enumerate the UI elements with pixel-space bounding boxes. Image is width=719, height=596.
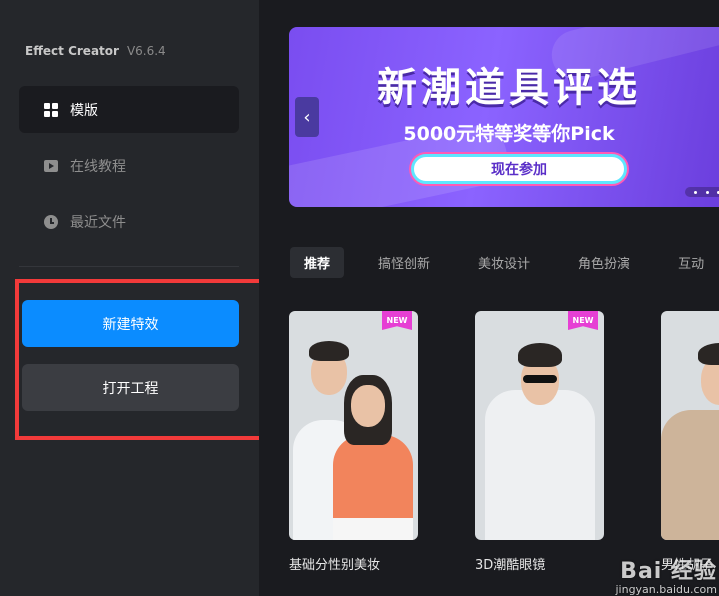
sidebar-item-label: 模版: [70, 102, 98, 119]
template-title: 3D潮酷眼镜: [475, 558, 546, 573]
sidebar-item-recent-files[interactable]: 最近文件: [19, 198, 239, 245]
new-badge: NEW: [382, 311, 412, 330]
baidu-watermark: Bai 经验 jingyan.baidu.com: [615, 553, 717, 596]
play-icon: [42, 157, 60, 175]
new-badge: NEW: [568, 311, 598, 330]
app-version: V6.6.4: [126, 44, 166, 58]
sidebar-item-label: 在线教程: [70, 158, 126, 175]
clock-icon: [42, 213, 60, 231]
sidebar-item-tutorials[interactable]: 在线教程: [19, 142, 239, 189]
sidebar: Effect Creator V6.6.4 模版 在线教程 最近文件 新建特效 …: [0, 0, 259, 596]
tab-interactive[interactable]: 互动: [664, 247, 718, 278]
tab-role-play[interactable]: 角色扮演: [564, 247, 644, 278]
banner-title: 新潮道具评选: [377, 65, 641, 111]
template-card[interactable]: NEW 基础分性别美妆: [289, 311, 418, 573]
sidebar-item-label: 最近文件: [70, 214, 126, 231]
new-effect-button[interactable]: 新建特效: [22, 300, 239, 347]
template-thumbnail[interactable]: NEW: [289, 311, 418, 540]
template-thumbnail[interactable]: NEW: [475, 311, 604, 540]
promo-banner[interactable]: 新潮道具评选 5000元特等奖等你Pick 现在参加 ‹: [289, 27, 719, 207]
main-content: 新潮道具评选 5000元特等奖等你Pick 现在参加 ‹ 推荐 搞怪创新 美妆设…: [259, 0, 719, 596]
chevron-left-icon[interactable]: ‹: [295, 97, 319, 137]
watermark-url: jingyan.baidu.com: [615, 583, 717, 596]
sidebar-divider: [19, 266, 239, 267]
template-title: 基础分性别美妆: [289, 558, 381, 573]
grid-icon: [42, 101, 60, 119]
app-name: Effect Creator: [25, 44, 119, 58]
app-brand: Effect Creator V6.6.4: [25, 44, 166, 58]
open-project-button[interactable]: 打开工程: [22, 364, 239, 411]
tab-funny-creative[interactable]: 搞怪创新: [364, 247, 444, 278]
template-thumbnail[interactable]: [661, 311, 719, 540]
banner-subtitle: 5000元特等奖等你Pick: [403, 123, 615, 145]
watermark-brand: Bai 经验: [620, 559, 717, 584]
sidebar-item-templates[interactable]: 模版: [19, 86, 239, 133]
join-now-button[interactable]: 现在参加: [411, 154, 627, 184]
tab-makeup-design[interactable]: 美妆设计: [464, 247, 544, 278]
tab-recommended[interactable]: 推荐: [290, 247, 345, 278]
template-card[interactable]: 男性胡子: [661, 311, 719, 573]
category-tabs: 推荐 搞怪创新 美妆设计 角色扮演 互动: [290, 247, 719, 278]
carousel-dots[interactable]: [685, 187, 719, 197]
template-card[interactable]: NEW 3D潮酷眼镜: [475, 311, 604, 573]
